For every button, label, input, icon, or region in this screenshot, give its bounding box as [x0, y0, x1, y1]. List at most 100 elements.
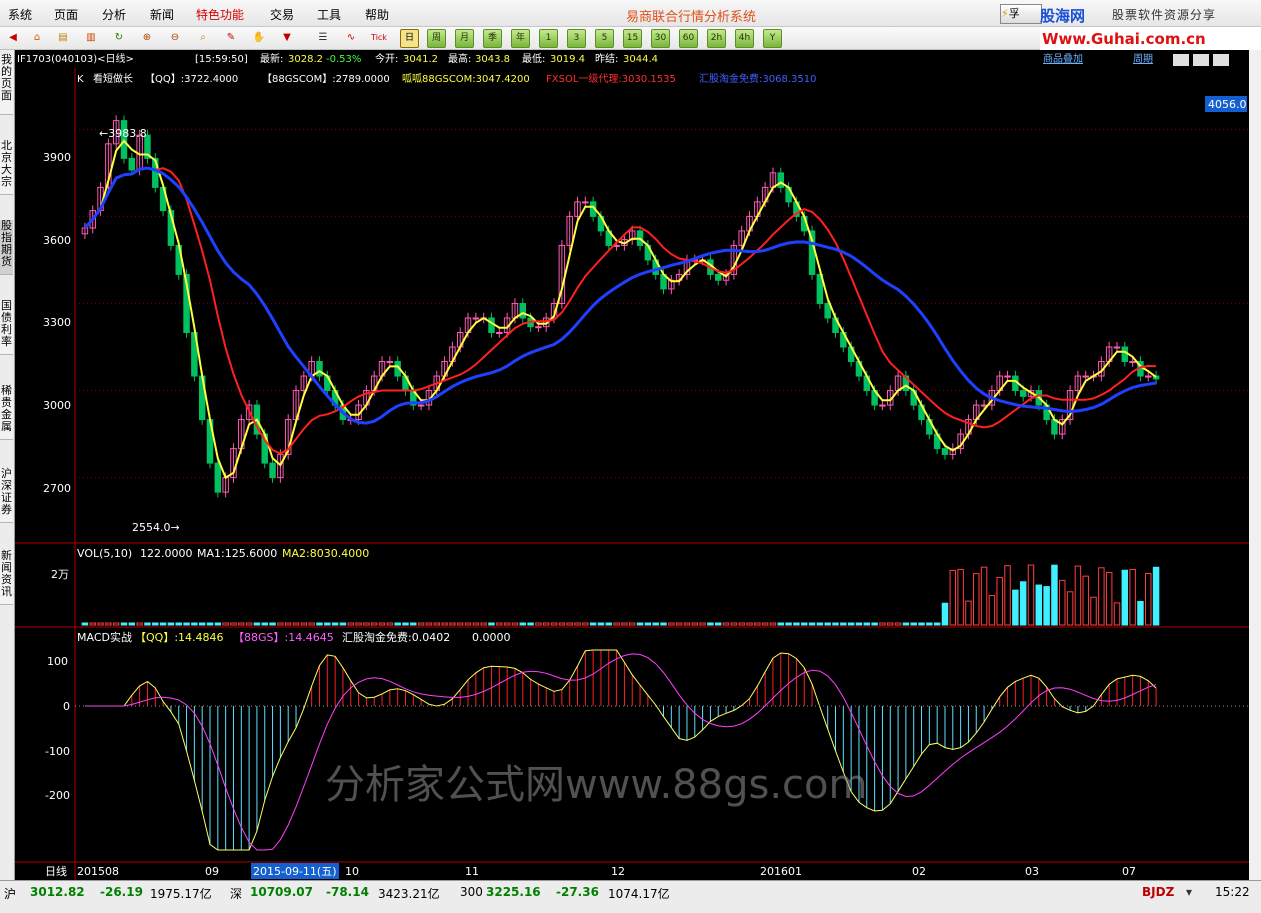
- volume-bar: [918, 622, 925, 626]
- candle-body: [535, 326, 542, 329]
- period-month[interactable]: 月: [455, 29, 474, 48]
- period-1m[interactable]: 1: [539, 29, 558, 48]
- search-icon[interactable]: ⌕: [194, 29, 212, 47]
- volume-bar: [589, 622, 597, 626]
- volume-bar: [386, 622, 394, 626]
- minimize-icon[interactable]: [1173, 54, 1189, 66]
- volume-bar: [441, 622, 448, 626]
- menu-analysis[interactable]: 分析: [102, 6, 126, 23]
- close-icon[interactable]: [1213, 54, 1229, 66]
- volume-bar: [339, 622, 347, 626]
- period-week[interactable]: 周: [427, 29, 446, 48]
- sidebar-tab-news[interactable]: 新闻资讯: [0, 550, 13, 605]
- period-link[interactable]: 周期: [1133, 53, 1153, 65]
- volume-bar: [261, 622, 268, 626]
- sidebar-tab-stocks[interactable]: 沪深证券: [0, 468, 13, 523]
- volume-bar: [1074, 565, 1082, 626]
- menu-page[interactable]: 页面: [54, 6, 78, 23]
- sidebar-tab-bonds[interactable]: 国债利率: [0, 300, 13, 355]
- volume-bar: [175, 622, 182, 626]
- period-day[interactable]: 日: [400, 29, 419, 48]
- date-tick: 07: [1122, 865, 1136, 878]
- app-title: 易商联合行情分析系统: [626, 10, 757, 25]
- menu-news[interactable]: 新闻: [150, 6, 174, 23]
- volume-bar: [949, 569, 957, 626]
- sidebar-tab-my-page[interactable]: 我的页面: [0, 54, 13, 115]
- period-2h[interactable]: 2h: [707, 29, 726, 48]
- menu-features[interactable]: 特色功能: [196, 6, 244, 23]
- restore-icon[interactable]: [1193, 54, 1209, 66]
- menu-system[interactable]: 系统: [8, 6, 32, 23]
- sidebar-tab-beijing[interactable]: 北京大宗: [0, 140, 13, 195]
- candle-body: [714, 273, 722, 281]
- pen-icon[interactable]: ✎: [222, 29, 240, 47]
- chart-area[interactable]: IF1703(040103)<日线> [15:59:50] 最新: 3028.2…: [15, 50, 1249, 880]
- volume-bar: [605, 622, 613, 626]
- volume-bar: [316, 622, 323, 626]
- volume-bar: [628, 622, 636, 626]
- chart-icon[interactable]: ∿: [342, 29, 360, 47]
- kline-chart[interactable]: IF1703(040103)<日线> [15:59:50] 最新: 3028.2…: [15, 50, 1249, 880]
- zoom-out-icon[interactable]: ⊖: [166, 29, 184, 47]
- zoom-in-icon[interactable]: ⊕: [138, 29, 156, 47]
- k-gs: 【88GSCOM】:2789.0000: [262, 73, 390, 85]
- home-icon[interactable]: ⌂: [28, 29, 46, 47]
- volume-bar: [1066, 591, 1074, 626]
- table-icon[interactable]: ☰: [314, 29, 332, 47]
- period-quarter[interactable]: 季: [483, 29, 502, 48]
- period-3m[interactable]: 3: [567, 29, 586, 48]
- c300-label: 300: [460, 885, 483, 899]
- period-30m[interactable]: 30: [651, 29, 670, 48]
- filter-icon[interactable]: ▼: [278, 29, 296, 47]
- volume-bar: [902, 622, 910, 626]
- volume-bar: [746, 622, 753, 626]
- period-5m[interactable]: 5: [595, 29, 614, 48]
- period-60m[interactable]: 60: [679, 29, 698, 48]
- volume-bar: [1145, 572, 1152, 626]
- volume-bar: [933, 622, 941, 626]
- volume-bar: [1137, 600, 1144, 626]
- period-y[interactable]: Y: [763, 29, 782, 48]
- sidebar-tab-futures[interactable]: 股指期货: [0, 220, 13, 275]
- volume-bar: [402, 622, 409, 626]
- date-axis-label: 日线: [45, 864, 67, 878]
- sidebar-tab-metals[interactable]: 稀贵金属: [0, 385, 13, 440]
- candle-body: [496, 331, 503, 334]
- volume-bar: [855, 622, 863, 626]
- period-4h[interactable]: 4h: [735, 29, 754, 48]
- volume-bar: [527, 622, 534, 626]
- volume-bar: [887, 622, 894, 626]
- menu-trade[interactable]: 交易: [270, 6, 294, 23]
- volume-bar: [550, 622, 558, 626]
- status-code: BJDZ: [1142, 885, 1175, 899]
- tick-icon[interactable]: Tick: [370, 29, 388, 47]
- volume-bar: [112, 622, 120, 626]
- menu-tools[interactable]: 工具: [317, 6, 341, 23]
- volume-bar: [582, 622, 589, 626]
- period-15m[interactable]: 15: [623, 29, 642, 48]
- k-hg: 汇股淘金免费:3068.3510: [699, 72, 816, 85]
- overlay-link[interactable]: 商品叠加: [1043, 52, 1083, 65]
- hand-icon[interactable]: ✋: [250, 29, 268, 47]
- book-icon[interactable]: ▥: [82, 29, 100, 47]
- volume-bar: [894, 622, 902, 626]
- candle-body: [128, 157, 136, 171]
- volume-bar: [456, 622, 464, 626]
- candle-body: [1129, 361, 1136, 364]
- right-scrollbar[interactable]: [1249, 50, 1261, 880]
- volume-bar: [1105, 572, 1113, 626]
- volume-bar: [863, 622, 871, 626]
- quote-open-label: 今开:: [375, 52, 398, 65]
- volume-bar: [81, 622, 89, 626]
- db-icon[interactable]: ▤: [54, 29, 72, 47]
- volume-bar: [832, 622, 839, 626]
- back-icon[interactable]: ◀: [4, 29, 22, 47]
- sh-change: -26.19: [100, 885, 143, 899]
- refresh-icon[interactable]: ↻: [110, 29, 128, 47]
- period-year[interactable]: 年: [511, 29, 530, 48]
- search-button[interactable]: ⚡孚: [1000, 4, 1042, 24]
- volume-bar: [1004, 565, 1011, 626]
- menu-help[interactable]: 帮助: [365, 6, 389, 23]
- volume-bar: [183, 622, 190, 626]
- volume-bar: [363, 622, 370, 626]
